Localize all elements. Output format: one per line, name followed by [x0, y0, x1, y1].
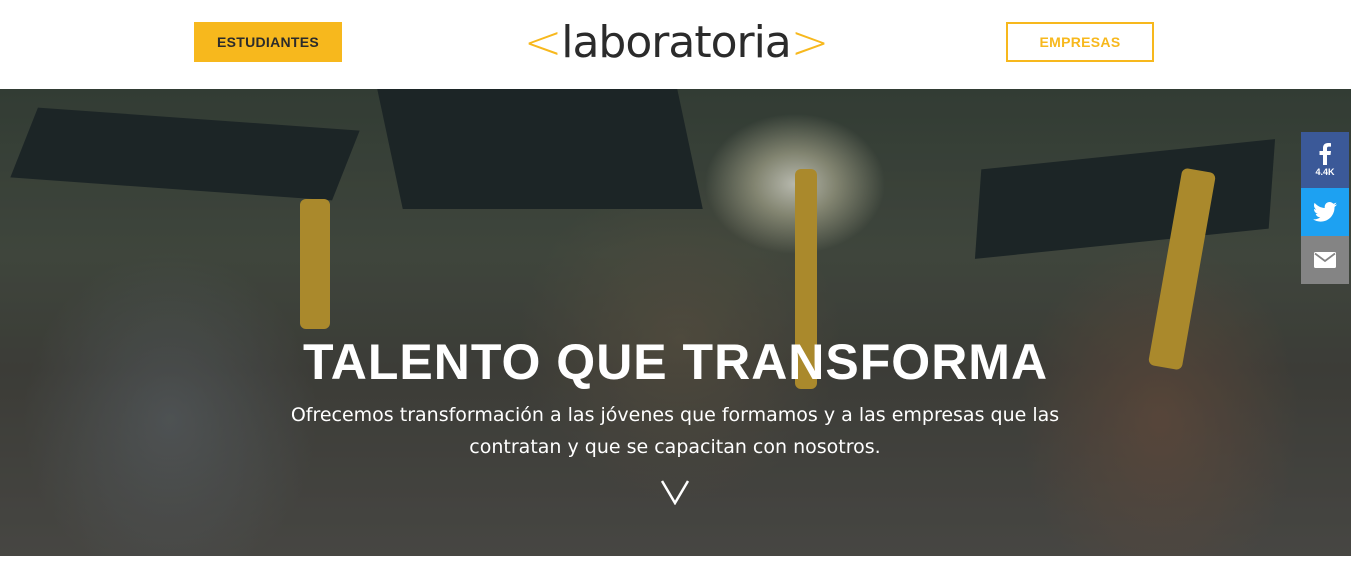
logo-wordmark: laboratoria: [561, 16, 792, 68]
hero-subtitle: Ofrecemos transformación a las jóvenes q…: [290, 404, 1060, 458]
twitter-share-button[interactable]: [1301, 188, 1349, 236]
hero-title: TALENTO QUE TRANSFORMA: [302, 334, 1049, 390]
share-bar: 4.4K: [1301, 132, 1349, 284]
chevron-down-icon[interactable]: [656, 477, 694, 507]
students-button[interactable]: ESTUDIANTES: [194, 22, 342, 62]
logo-right-bracket: >: [790, 15, 830, 69]
twitter-icon: [1313, 202, 1337, 222]
facebook-share-button[interactable]: 4.4K: [1301, 132, 1349, 188]
facebook-icon: [1319, 143, 1331, 165]
email-share-button[interactable]: [1301, 236, 1349, 284]
facebook-share-count: 4.4K: [1315, 167, 1335, 177]
email-icon: [1314, 252, 1336, 268]
logo-left-bracket: <: [523, 15, 563, 69]
site-header: ESTUDIANTES < laboratoria > EMPRESAS: [0, 0, 1351, 89]
chevron-down-glyph: [660, 480, 690, 505]
companies-button[interactable]: EMPRESAS: [1006, 22, 1154, 62]
laboratoria-logo[interactable]: < laboratoria >: [524, 14, 830, 70]
hero-banner: TALENTO QUE TRANSFORMA Ofrecemos transfo…: [0, 89, 1351, 556]
